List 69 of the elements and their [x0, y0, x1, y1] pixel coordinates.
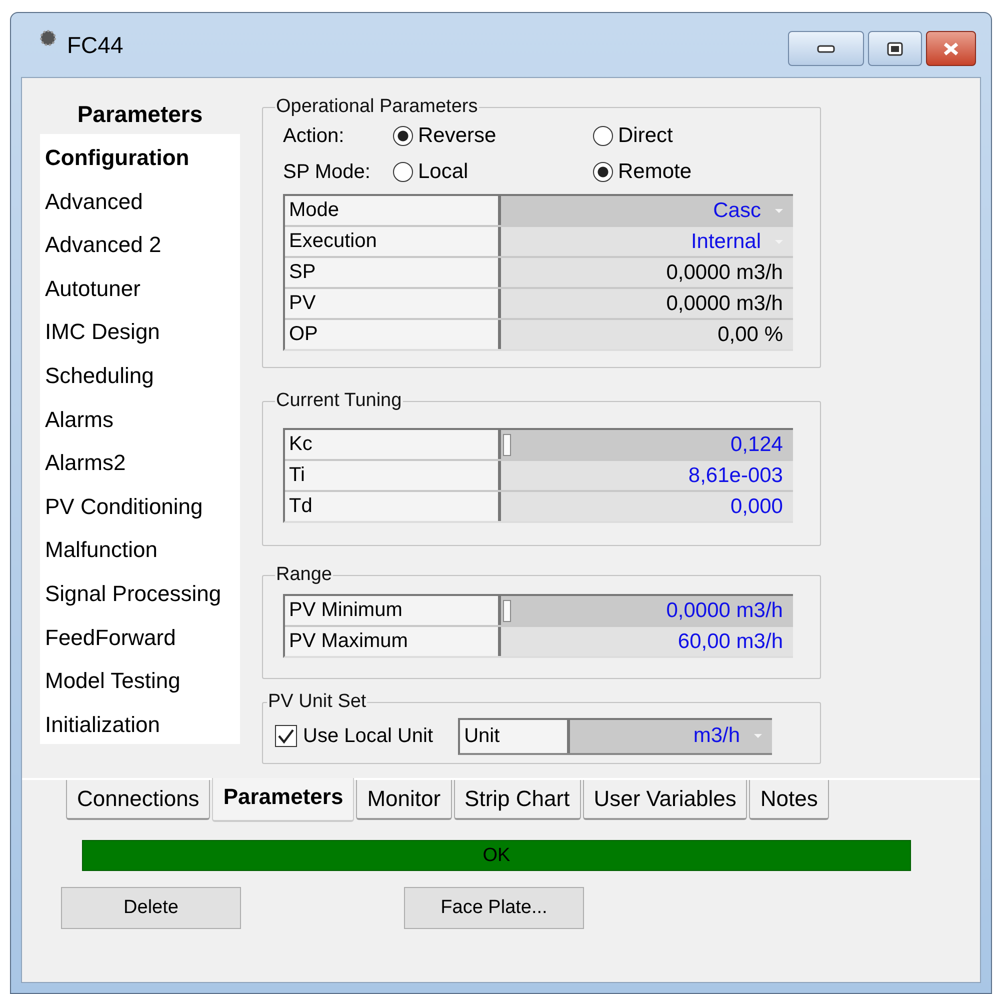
radio-group-label: Action:: [283, 124, 346, 148]
sidebar-item[interactable]: Autotuner: [40, 266, 240, 310]
radio-button[interactable]: Direct: [593, 124, 793, 148]
sidebar-item[interactable]: Alarms2: [40, 441, 240, 485]
property-value[interactable]: 0,0000 m3/h: [501, 596, 793, 625]
property-value: 0,0000 m3/h: [501, 258, 793, 287]
caret-icon: [752, 732, 764, 740]
maximize-icon: [887, 42, 903, 56]
tab[interactable]: Connections: [66, 780, 210, 820]
sidebar-item[interactable]: Model Testing: [40, 659, 240, 703]
sidebar-item[interactable]: Advanced: [40, 180, 240, 224]
property-name: Mode: [285, 196, 501, 225]
close-icon: [942, 42, 960, 56]
sidebar-title: Parameters: [76, 100, 204, 129]
group-title: Current Tuning: [275, 390, 403, 412]
property-value: 0,00 %: [501, 320, 793, 349]
window-title: FC44: [67, 32, 124, 58]
sidebar-item[interactable]: Malfunction: [40, 528, 240, 572]
property-name: PV: [285, 289, 501, 318]
tab[interactable]: User Variables: [582, 780, 748, 820]
sidebar-item[interactable]: Advanced 2: [40, 223, 240, 267]
tab[interactable]: Notes: [749, 780, 829, 820]
caret-icon: [773, 206, 785, 214]
property-value: 0,0000 m3/h: [501, 289, 793, 318]
property-value[interactable]: 60,00 m3/h: [501, 627, 793, 656]
group-title: PV Unit Set: [267, 691, 368, 713]
property-value[interactable]: Internal: [501, 227, 793, 256]
tab[interactable]: Monitor: [356, 780, 452, 820]
sidebar-item[interactable]: Configuration: [40, 136, 240, 180]
sidebar-item[interactable]: Initialization: [40, 702, 240, 746]
maximize-button[interactable]: [868, 31, 922, 66]
property-value[interactable]: m3/h: [570, 720, 772, 752]
sidebar-item[interactable]: FeedForward: [40, 616, 240, 660]
minimize-icon: [817, 44, 835, 52]
radio-button[interactable]: Reverse: [393, 124, 593, 148]
push-button[interactable]: Face Plate...: [404, 887, 584, 929]
tab[interactable]: Parameters: [212, 778, 354, 822]
push-button[interactable]: Delete: [61, 887, 241, 929]
tab[interactable]: Strip Chart: [454, 780, 581, 820]
property-name: Td: [285, 492, 501, 521]
checkbox[interactable]: Use Local Unit: [275, 724, 434, 748]
property-value[interactable]: 0,124: [501, 430, 793, 459]
group-title: Operational Parameters: [275, 96, 479, 118]
property-name: Execution: [285, 227, 501, 256]
group-title: Range: [275, 564, 333, 586]
sidebar-item[interactable]: IMC Design: [40, 310, 240, 354]
property-name: Unit: [460, 720, 570, 752]
property-name: OP: [285, 320, 501, 349]
close-button[interactable]: [926, 31, 976, 66]
property-value[interactable]: 8,61e-003: [501, 461, 793, 490]
splitter-handle[interactable]: [503, 434, 511, 456]
sidebar-item[interactable]: Alarms: [40, 398, 240, 442]
property-name: PV Minimum: [285, 596, 501, 625]
radio-button[interactable]: Remote: [593, 160, 793, 184]
property-value[interactable]: 0,000: [501, 492, 793, 521]
sidebar-item[interactable]: Signal Processing: [40, 572, 240, 616]
gear-icon: [39, 29, 57, 47]
radio-group-label: SP Mode:: [283, 160, 372, 184]
property-name: Kc: [285, 430, 501, 459]
splitter-handle[interactable]: [503, 600, 511, 622]
minimize-button[interactable]: [788, 31, 864, 66]
property-name: PV Maximum: [285, 627, 501, 656]
status-bar: OK: [82, 840, 911, 871]
property-value[interactable]: Casc: [501, 196, 793, 225]
sidebar-item[interactable]: PV Conditioning: [40, 484, 240, 528]
property-name: SP: [285, 258, 501, 287]
radio-button[interactable]: Local: [393, 160, 593, 184]
sidebar-item[interactable]: Scheduling: [40, 354, 240, 398]
property-name: Ti: [285, 461, 501, 490]
